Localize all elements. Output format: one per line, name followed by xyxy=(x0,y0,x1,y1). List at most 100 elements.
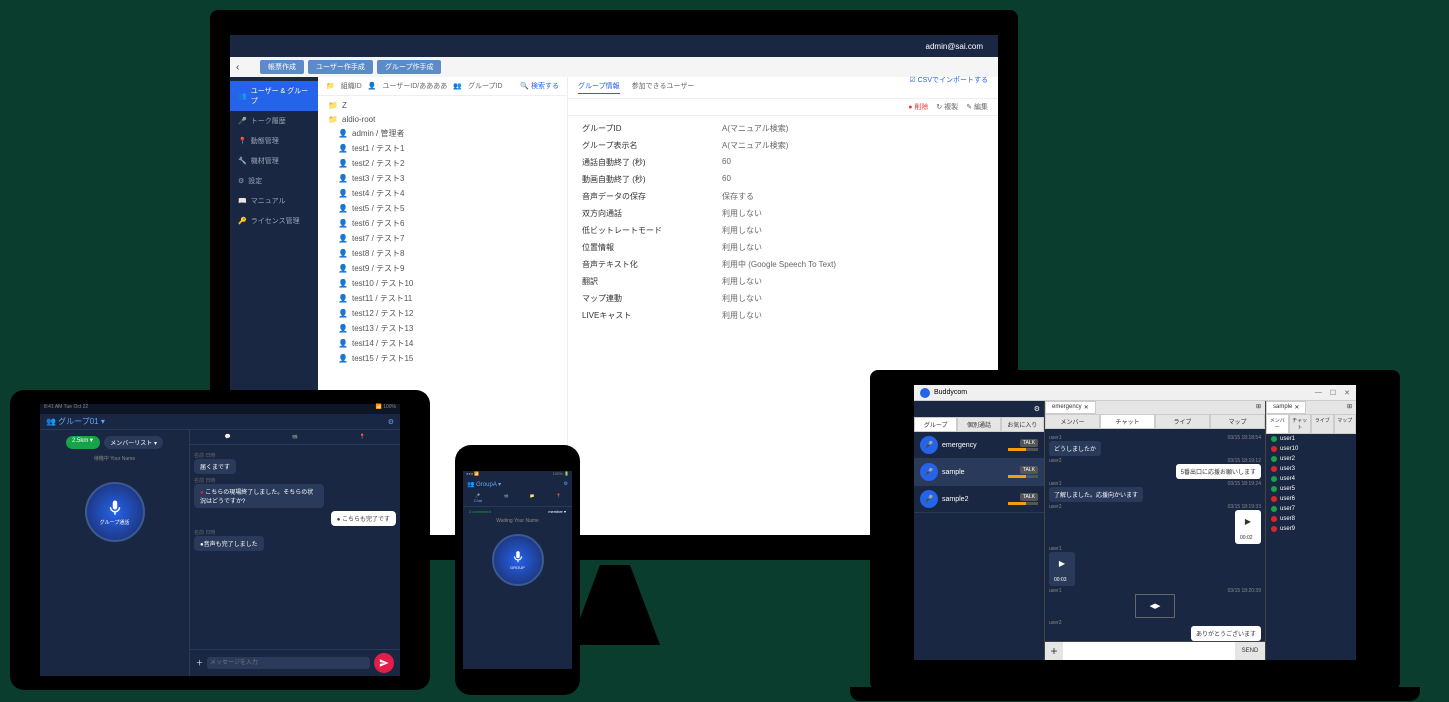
tree-item[interactable]: 👤test1 / テスト1 xyxy=(318,141,567,156)
sidebar-item-2[interactable]: 📍動態管理 xyxy=(230,131,318,151)
member-row[interactable]: user9 xyxy=(1266,524,1356,534)
tree-item[interactable]: 👤test8 / テスト8 xyxy=(318,246,567,261)
member-row[interactable]: user1 xyxy=(1266,434,1356,444)
search-link[interactable]: 🔍 検索する xyxy=(520,81,559,91)
close-tab-icon[interactable]: ✕ xyxy=(1084,404,1089,411)
laptop-base xyxy=(850,687,1420,701)
tab-individual[interactable]: 個別通話 xyxy=(957,417,1000,432)
member-dropdown[interactable]: member ▾ xyxy=(548,509,566,514)
tree-item[interactable]: 👤test3 / テスト3 xyxy=(318,171,567,186)
tree-item[interactable]: 👤admin / 管理者 xyxy=(318,126,567,141)
sidebar-item-4[interactable]: ⚙設定 xyxy=(230,171,318,191)
distance-pill[interactable]: 2.5km▼ xyxy=(66,436,100,449)
gear-icon[interactable]: ⚙ xyxy=(564,481,568,487)
tab-group[interactable]: グループ xyxy=(914,417,957,432)
video-thumbnail[interactable]: ◀▶ xyxy=(1135,594,1175,618)
edit-button[interactable]: ✎ 編集 xyxy=(966,102,988,112)
talk-button[interactable]: GROUP xyxy=(492,534,544,586)
group-row[interactable]: 🎤emergencyTALK xyxy=(914,432,1044,459)
folder-icon: 📁 xyxy=(326,82,335,90)
tab-map[interactable]: マップ xyxy=(1334,414,1357,434)
tab-chat[interactable]: チャット xyxy=(1100,414,1155,429)
gear-icon[interactable]: ⚙ xyxy=(1034,405,1040,413)
close-tab-icon[interactable]: ✕ xyxy=(1294,404,1299,411)
group-list: 🎤emergencyTALK🎤sampleTALK🎤sample2TALK xyxy=(914,432,1044,513)
message-input[interactable] xyxy=(1063,642,1235,660)
plus-icon[interactable]: ＋ xyxy=(196,658,203,668)
tree-item[interactable]: 👤test10 / テスト10 xyxy=(318,276,567,291)
tab-group-info[interactable]: グループ情報 xyxy=(578,81,620,94)
tab-map[interactable]: マップ xyxy=(1210,414,1265,429)
tab-members[interactable]: 参加できるユーザー xyxy=(632,81,695,94)
send-button[interactable] xyxy=(374,653,394,673)
tab-member[interactable]: メンバー xyxy=(1266,414,1289,434)
gear-icon[interactable]: ⚙ xyxy=(388,418,394,426)
mic-tab-icon[interactable]: 🎤Chat xyxy=(474,493,482,503)
folder-tab-icon[interactable]: 📁 xyxy=(530,493,535,503)
tab-member[interactable]: メンバー xyxy=(1045,414,1100,429)
sidebar-item-1[interactable]: 🎤トーク履歴 xyxy=(230,111,318,131)
tree-item[interactable]: 👤test13 / テスト13 xyxy=(318,321,567,336)
tree-item[interactable]: 👤test7 / テスト7 xyxy=(318,231,567,246)
tab-live[interactable]: ライブ xyxy=(1311,414,1334,434)
tree-item[interactable]: 👤test6 / テスト6 xyxy=(318,216,567,231)
attach-button[interactable]: + xyxy=(1045,642,1063,660)
expand-icon[interactable]: ⊞ xyxy=(1252,401,1265,414)
group-selector[interactable]: 👥 GroupA ▾ xyxy=(467,481,501,488)
talk-button[interactable]: グループ通話 xyxy=(85,482,145,542)
toolbar-group-button[interactable]: グループ作手成 xyxy=(377,60,442,74)
tree-item[interactable]: 👤test12 / テスト12 xyxy=(318,306,567,321)
member-row[interactable]: user7 xyxy=(1266,504,1356,514)
user-email[interactable]: admin@sai.com xyxy=(926,42,983,51)
member-row[interactable]: user3 xyxy=(1266,464,1356,474)
member-row[interactable]: user4 xyxy=(1266,474,1356,484)
tree-item[interactable]: 📁aldio-root xyxy=(318,112,567,126)
sidebar-item-5[interactable]: 📖マニュアル xyxy=(230,191,318,211)
tree-item[interactable]: 👤test11 / テスト11 xyxy=(318,291,567,306)
maximize-icon[interactable]: ☐ xyxy=(1330,389,1336,397)
member-row[interactable]: user8 xyxy=(1266,514,1356,524)
member-row[interactable]: user2 xyxy=(1266,454,1356,464)
tree-item[interactable]: 👤test15 / テスト15 xyxy=(318,351,567,366)
send-button[interactable]: SEND xyxy=(1235,642,1265,660)
tab-live[interactable]: ライブ xyxy=(1155,414,1210,429)
tab-favorite[interactable]: お気に入り xyxy=(1001,417,1044,432)
video-mode-icon[interactable]: 📹 xyxy=(292,434,298,440)
chat-mode-icon[interactable]: 💬 xyxy=(225,434,231,440)
tree-item[interactable]: 👤test2 / テスト2 xyxy=(318,156,567,171)
csv-import-link[interactable]: ☑ CSVでインポートする xyxy=(909,75,988,85)
minimize-icon[interactable]: — xyxy=(1315,389,1322,397)
tab-emergency[interactable]: emergency ✕ xyxy=(1045,401,1096,414)
tree-item[interactable]: 👤test9 / テスト9 xyxy=(318,261,567,276)
user-icon: 👤 xyxy=(338,204,348,214)
map-mode-icon[interactable]: 📍 xyxy=(359,434,365,440)
sidebar-item-6[interactable]: 🔑ライセンス管理 xyxy=(230,211,318,231)
video-tab-icon[interactable]: 📹 xyxy=(504,493,509,503)
member-row[interactable]: user6 xyxy=(1266,494,1356,504)
group-row[interactable]: 🎤sampleTALK xyxy=(914,459,1044,486)
group-selector[interactable]: 👥 グループ01 ▾ xyxy=(46,416,105,427)
play-icon[interactable]: ▶ xyxy=(1240,513,1256,529)
member-list-pill[interactable]: メンバーリスト ▾ xyxy=(104,436,163,449)
member-row[interactable]: user10 xyxy=(1266,444,1356,454)
delete-button[interactable]: ● 削除 xyxy=(908,102,928,112)
toolbar-report-button[interactable]: 帳票作成 xyxy=(260,60,304,74)
copy-button[interactable]: ↻ 複製 xyxy=(936,102,958,112)
tree-item[interactable]: 📁Z xyxy=(318,98,567,112)
tree-item[interactable]: 👤test4 / テスト4 xyxy=(318,186,567,201)
sidebar-item-0[interactable]: 👥ユーザー & グループ xyxy=(230,81,318,111)
map-tab-icon[interactable]: 📍 xyxy=(556,493,561,503)
close-icon[interactable]: ✕ xyxy=(1344,389,1350,397)
tab-chat[interactable]: チャット xyxy=(1289,414,1312,434)
member-row[interactable]: user5 xyxy=(1266,484,1356,494)
group-row[interactable]: 🎤sample2TALK xyxy=(914,486,1044,513)
message-input[interactable] xyxy=(207,657,370,669)
back-button[interactable]: ‹ xyxy=(236,62,256,73)
tree-item[interactable]: 👤test5 / テスト5 xyxy=(318,201,567,216)
sidebar-item-3[interactable]: 🔧機材管理 xyxy=(230,151,318,171)
expand-icon[interactable]: ⊞ xyxy=(1343,401,1356,414)
play-icon[interactable]: ▶ xyxy=(1054,555,1070,571)
tab-sample[interactable]: sample ✕ xyxy=(1266,401,1306,414)
tree-item[interactable]: 👤test14 / テスト14 xyxy=(318,336,567,351)
toolbar-user-button[interactable]: ユーザー作手成 xyxy=(308,60,373,74)
